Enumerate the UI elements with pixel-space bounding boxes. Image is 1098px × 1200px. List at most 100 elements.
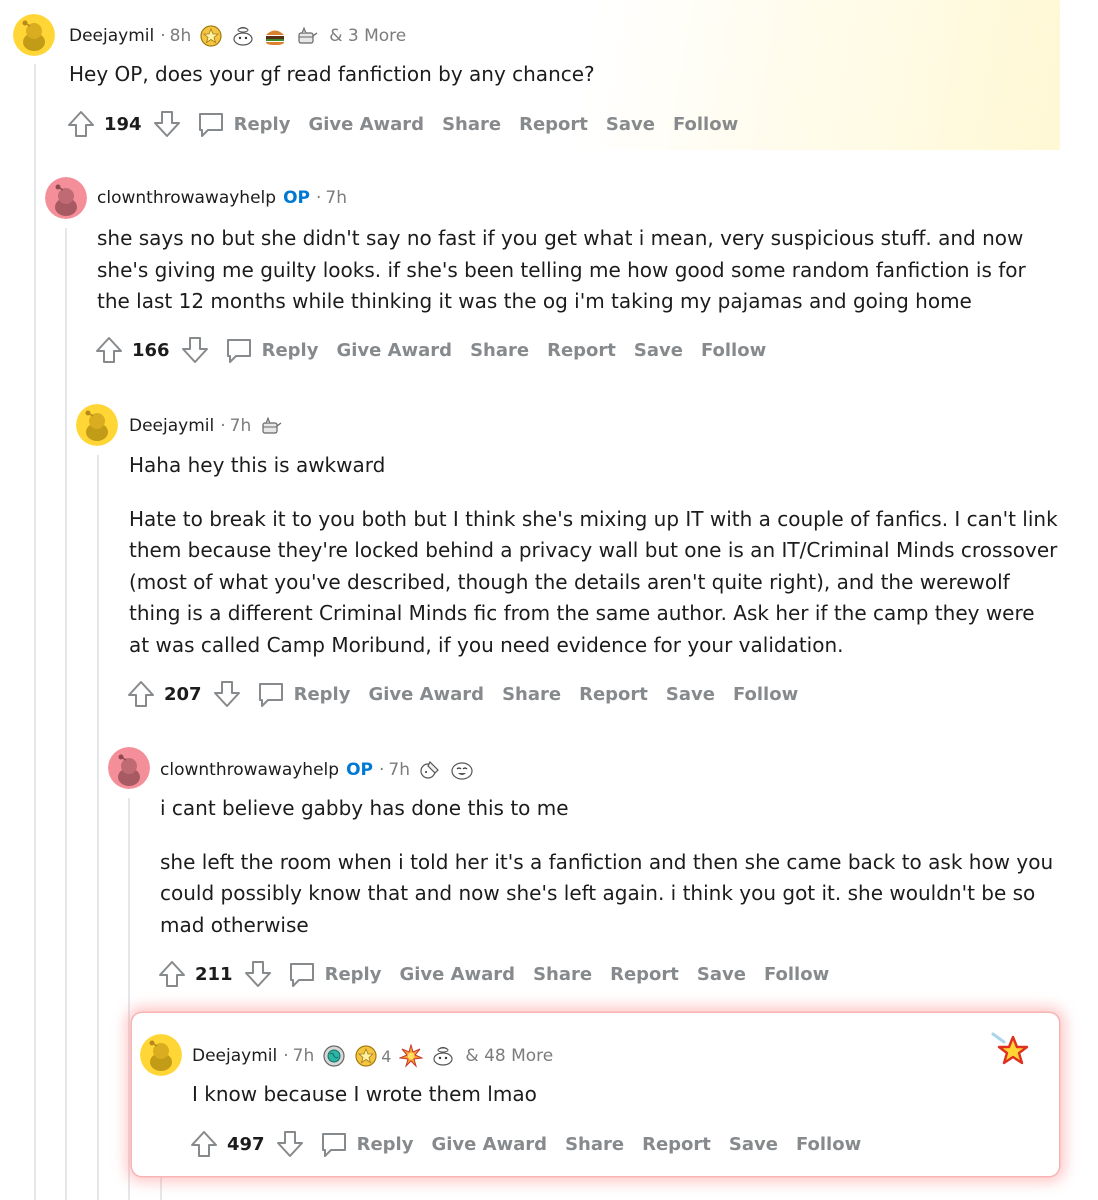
follow-button[interactable]: Follow bbox=[673, 114, 738, 135]
reply-button[interactable]: Reply bbox=[287, 959, 381, 989]
comment-actions: 211 Reply Give Award Share Report Save F… bbox=[157, 959, 829, 989]
share-button[interactable]: Share bbox=[442, 114, 501, 135]
comment-bubble-icon bbox=[256, 679, 286, 709]
thread-line bbox=[34, 64, 36, 1200]
comment-body: she says no but she didn't say no fast i… bbox=[97, 223, 1057, 318]
follow-button[interactable]: Follow bbox=[733, 684, 798, 705]
cake-award-icon[interactable] bbox=[295, 24, 319, 48]
vote-score: 211 bbox=[195, 963, 233, 985]
give-award-button[interactable]: Give Award bbox=[399, 964, 515, 985]
comment-meta: Deejaymil · 8h & 3 More bbox=[69, 24, 407, 48]
laughing-face-award-icon[interactable] bbox=[450, 758, 474, 782]
thread-line bbox=[128, 798, 130, 1200]
reply-button[interactable]: Reply bbox=[319, 1129, 413, 1159]
comment-bubble-icon bbox=[196, 109, 226, 139]
upvote-icon[interactable] bbox=[126, 679, 156, 709]
share-button[interactable]: Share bbox=[533, 964, 592, 985]
downvote-icon[interactable] bbox=[243, 959, 273, 989]
author-name[interactable]: Deejaymil bbox=[129, 416, 214, 436]
explosion-award-icon[interactable] bbox=[399, 1044, 424, 1068]
report-button[interactable]: Report bbox=[519, 114, 588, 135]
follow-button[interactable]: Follow bbox=[764, 964, 829, 985]
avatar[interactable] bbox=[108, 747, 150, 789]
save-button[interactable]: Save bbox=[729, 1134, 778, 1155]
cake-award-icon[interactable] bbox=[259, 414, 283, 438]
op-badge: OP bbox=[346, 760, 373, 780]
comment-paragraph: Hate to break it to you both but I think… bbox=[129, 506, 1058, 657]
comment-paragraph: I know because I wrote them lmao bbox=[192, 1082, 537, 1106]
vote-score: 166 bbox=[132, 339, 170, 361]
timestamp[interactable]: 7h bbox=[325, 188, 347, 208]
reply-button[interactable]: Reply bbox=[224, 335, 318, 365]
comment-paragraph: she says no but she didn't say no fast i… bbox=[97, 226, 1026, 313]
more-awards[interactable]: & 3 More bbox=[329, 26, 406, 46]
save-button[interactable]: Save bbox=[606, 114, 655, 135]
upvote-icon[interactable] bbox=[157, 959, 187, 989]
star-award-icon[interactable] bbox=[990, 1030, 1030, 1070]
save-button[interactable]: Save bbox=[666, 684, 715, 705]
follow-button[interactable]: Follow bbox=[796, 1134, 861, 1155]
downvote-icon[interactable] bbox=[275, 1129, 305, 1159]
save-button[interactable]: Save bbox=[697, 964, 746, 985]
downvote-icon[interactable] bbox=[180, 335, 210, 365]
reply-button[interactable]: Reply bbox=[196, 109, 290, 139]
vote-score: 207 bbox=[164, 683, 202, 705]
vote-score: 497 bbox=[227, 1133, 265, 1155]
comment-meta: clownthrowawayhelp OP · 7h bbox=[97, 188, 347, 208]
comment-bubble-icon bbox=[319, 1129, 349, 1159]
avatar[interactable] bbox=[45, 177, 87, 219]
wholesome-award-icon[interactable] bbox=[431, 1044, 455, 1068]
author-name[interactable]: clownthrowawayhelp bbox=[160, 760, 339, 780]
timestamp[interactable]: 8h bbox=[170, 26, 192, 46]
upvote-icon[interactable] bbox=[94, 335, 124, 365]
upvote-icon[interactable] bbox=[66, 109, 96, 139]
comment-meta: Deejaymil · 7h bbox=[129, 414, 283, 438]
comment-bubble-icon bbox=[287, 959, 317, 989]
avatar[interactable] bbox=[140, 1034, 182, 1076]
give-award-button[interactable]: Give Award bbox=[368, 684, 484, 705]
gold-award-icon[interactable] bbox=[354, 1044, 378, 1068]
author-name[interactable]: clownthrowawayhelp bbox=[97, 188, 276, 208]
thread-line bbox=[97, 455, 99, 1200]
timestamp[interactable]: 7h bbox=[293, 1046, 315, 1066]
comment-body: i cant believe gabby has done this to me… bbox=[160, 793, 1060, 941]
give-award-button[interactable]: Give Award bbox=[431, 1134, 547, 1155]
comment-meta: Deejaymil · 7h 4 & 48 More bbox=[192, 1044, 554, 1068]
downvote-icon[interactable] bbox=[152, 109, 182, 139]
upvote-icon[interactable] bbox=[189, 1129, 219, 1159]
report-button[interactable]: Report bbox=[547, 340, 616, 361]
gold-award-icon[interactable] bbox=[199, 24, 223, 48]
report-button[interactable]: Report bbox=[642, 1134, 711, 1155]
reply-button[interactable]: Reply bbox=[256, 679, 350, 709]
facepalm-award-icon[interactable] bbox=[418, 758, 442, 782]
comment-paragraph: Haha hey this is awkward bbox=[129, 453, 386, 477]
share-button[interactable]: Share bbox=[470, 340, 529, 361]
comment-meta: clownthrowawayhelp OP · 7h bbox=[160, 758, 474, 782]
comment-body: Haha hey this is awkward Hate to break i… bbox=[129, 450, 1059, 661]
downvote-icon[interactable] bbox=[212, 679, 242, 709]
give-award-button[interactable]: Give Award bbox=[308, 114, 424, 135]
burger-award-icon[interactable] bbox=[263, 24, 287, 48]
avatar[interactable] bbox=[13, 14, 55, 56]
avatar[interactable] bbox=[76, 404, 118, 446]
award-count: 4 bbox=[381, 1046, 392, 1066]
share-button[interactable]: Share bbox=[565, 1134, 624, 1155]
follow-button[interactable]: Follow bbox=[701, 340, 766, 361]
share-button[interactable]: Share bbox=[502, 684, 561, 705]
wholesome-award-icon[interactable] bbox=[231, 24, 255, 48]
save-button[interactable]: Save bbox=[634, 340, 683, 361]
author-name[interactable]: Deejaymil bbox=[69, 26, 154, 46]
award-list bbox=[259, 414, 283, 438]
report-button[interactable]: Report bbox=[610, 964, 679, 985]
comment-body: Hey OP, does your gf read fanfiction by … bbox=[69, 59, 1049, 91]
comment-body: I know because I wrote them lmao bbox=[192, 1079, 1032, 1111]
author-name[interactable]: Deejaymil bbox=[192, 1046, 277, 1066]
award-list bbox=[199, 24, 319, 48]
more-awards[interactable]: & 48 More bbox=[465, 1046, 553, 1066]
timestamp[interactable]: 7h bbox=[388, 760, 410, 780]
timestamp[interactable]: 7h bbox=[230, 416, 252, 436]
vote-score: 194 bbox=[104, 113, 142, 135]
give-award-button[interactable]: Give Award bbox=[336, 340, 452, 361]
globe-award-icon[interactable] bbox=[322, 1044, 346, 1068]
report-button[interactable]: Report bbox=[579, 684, 648, 705]
